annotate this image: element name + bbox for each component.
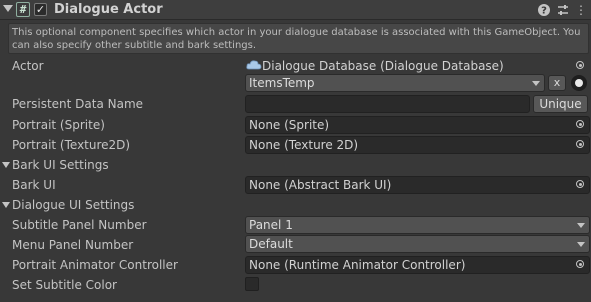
dialogue-database-field[interactable]: Dialogue Database (Dialogue Database) [246, 58, 576, 74]
portrait-animator-controller-label: Portrait Animator Controller [12, 258, 178, 272]
portrait-sprite-label: Portrait (Sprite) [12, 118, 105, 132]
foldout-arrow-icon [2, 202, 10, 208]
chevron-down-icon [532, 81, 540, 86]
subtitle-panel-number-label: Subtitle Panel Number [12, 218, 147, 232]
script-icon: # [16, 2, 30, 17]
portrait-sprite-value: None (Sprite) [249, 118, 330, 132]
bark-ui-label: Bark UI [12, 178, 56, 192]
object-picker-icon[interactable] [573, 58, 589, 74]
chevron-down-icon [577, 223, 585, 228]
portrait-animator-controller-value: None (Runtime Animator Controller) [249, 258, 466, 272]
dialogue-ui-settings-foldout[interactable]: Dialogue UI Settings [2, 195, 134, 215]
dialogue-ui-settings-label: Dialogue UI Settings [12, 198, 135, 212]
portrait-sprite-field[interactable]: None (Sprite) [245, 116, 590, 134]
circle-dot-icon [575, 79, 583, 87]
menu-panel-number-select[interactable]: Default [245, 235, 590, 253]
portrait-texture-field[interactable]: None (Texture 2D) [245, 136, 590, 154]
cloud-icon [246, 60, 262, 70]
persistent-data-name-label: Persistent Data Name [12, 97, 144, 111]
actor-select[interactable]: ItemsTemp [245, 74, 545, 92]
foldout-arrow-icon[interactable] [3, 5, 13, 12]
menu-panel-number-value: Default [249, 237, 293, 251]
portrait-texture-value: None (Texture 2D) [249, 138, 359, 152]
object-picker-icon[interactable] [573, 257, 589, 273]
persistent-data-name-input[interactable] [245, 95, 530, 113]
object-picker-icon[interactable] [573, 117, 589, 133]
presets-icon[interactable] [555, 2, 571, 18]
help-icon-glyph: ? [541, 6, 547, 17]
subtitle-panel-number-select[interactable]: Panel 1 [245, 216, 590, 234]
bark-ui-field[interactable]: None (Abstract Bark UI) [245, 176, 590, 194]
component-enabled-checkbox[interactable]: ✓ [34, 3, 47, 16]
actor-label: Actor [12, 59, 44, 73]
bark-ui-settings-foldout[interactable]: Bark UI Settings [2, 155, 109, 175]
actor-select-value: ItemsTemp [249, 76, 315, 90]
help-box: This optional component specifies which … [8, 23, 589, 54]
menu-panel-number-label: Menu Panel Number [12, 238, 134, 252]
dialogue-database-value: Dialogue Database (Dialogue Database) [262, 59, 504, 73]
object-picker-icon[interactable] [573, 137, 589, 153]
help-icon[interactable]: ? [536, 2, 552, 18]
set-subtitle-color-label: Set Subtitle Color [12, 278, 117, 292]
set-subtitle-color-checkbox[interactable] [245, 277, 259, 291]
actor-picker-button[interactable] [571, 75, 587, 91]
portrait-animator-controller-field[interactable]: None (Runtime Animator Controller) [245, 256, 590, 274]
chevron-down-icon [577, 242, 585, 247]
clear-actor-button[interactable]: x [548, 75, 566, 91]
portrait-texture-label: Portrait (Texture2D) [12, 138, 131, 152]
object-picker-icon[interactable] [573, 177, 589, 193]
unique-button[interactable]: Unique [533, 95, 588, 113]
foldout-arrow-icon [2, 162, 10, 168]
subtitle-panel-number-value: Panel 1 [249, 218, 293, 232]
component-title: Dialogue Actor [54, 2, 163, 17]
bark-ui-settings-label: Bark UI Settings [12, 158, 109, 172]
bark-ui-value: None (Abstract Bark UI) [249, 178, 392, 192]
component-menu-icon[interactable]: ⋮ [573, 2, 589, 18]
